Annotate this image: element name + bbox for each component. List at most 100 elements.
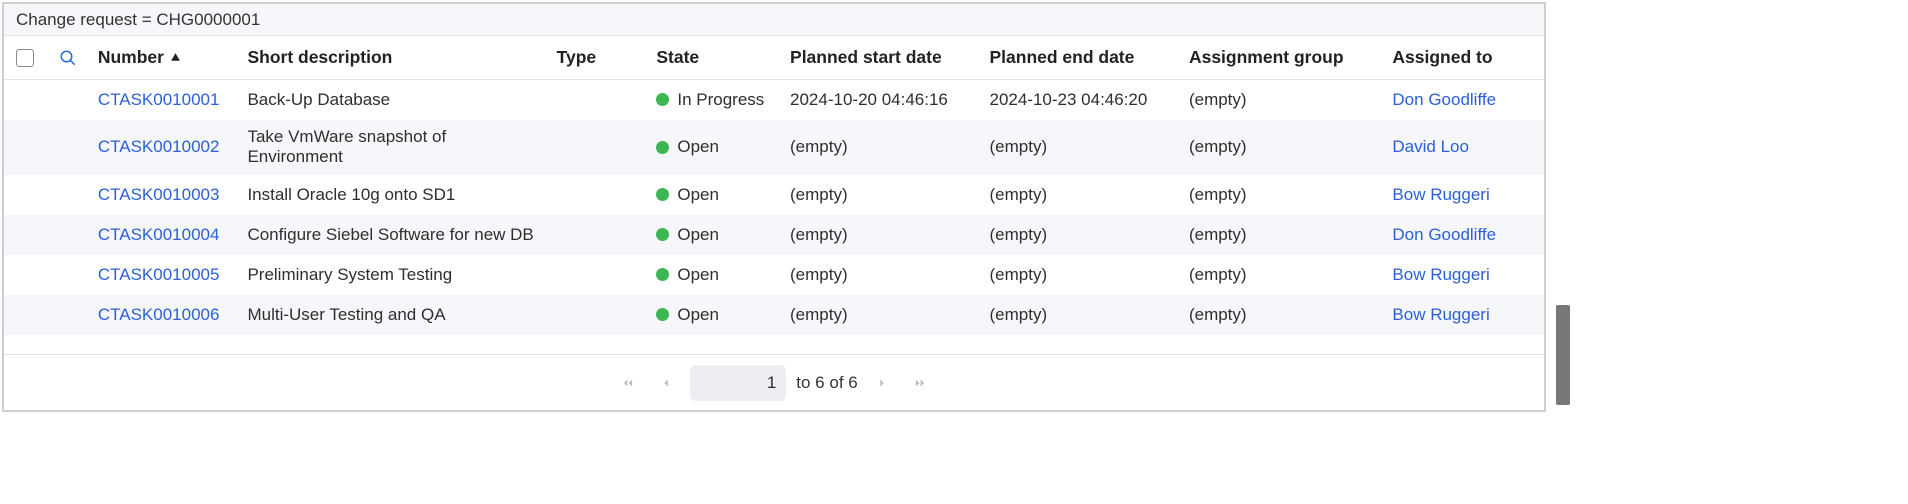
record-number-link[interactable]: CTASK0010004 <box>98 225 220 245</box>
cell-text: (empty) <box>790 137 848 157</box>
cell-text: (empty) <box>1189 137 1247 157</box>
column-header-short-description[interactable]: Short description <box>239 47 548 68</box>
column-header-label: Number <box>98 47 164 68</box>
assigned-to-link[interactable]: David Loo <box>1392 137 1469 157</box>
cell-planned-end: (empty) <box>981 265 1180 285</box>
cell-assigned-to: Bow Ruggeri <box>1384 265 1544 285</box>
column-header-state[interactable]: State <box>648 47 782 68</box>
cell-assignment-group: (empty) <box>1181 130 1384 164</box>
row-select-cell[interactable] <box>4 140 46 154</box>
assigned-to-link[interactable]: Don Goodliffe <box>1392 90 1496 110</box>
cell-text: (empty) <box>1189 265 1247 285</box>
chevron-double-left-icon <box>621 376 635 390</box>
cell-number: CTASK0010002 <box>90 130 240 164</box>
select-all-cell[interactable] <box>4 49 46 67</box>
cell-planned-start: (empty) <box>782 225 981 245</box>
state-text: Open <box>677 137 719 157</box>
cell-text: Install Oracle 10g onto SD1 <box>247 185 455 205</box>
cell-short-description: Multi-User Testing and QA <box>239 305 548 325</box>
chevron-right-icon <box>875 376 889 390</box>
column-header-planned-end[interactable]: Planned end date <box>981 47 1180 68</box>
column-header-number[interactable]: Number <box>90 47 240 68</box>
cell-text: (empty) <box>790 225 848 245</box>
cell-short-description: Install Oracle 10g onto SD1 <box>239 185 548 205</box>
next-page-button[interactable] <box>868 369 896 397</box>
cell-short-description: Preliminary System Testing <box>239 265 548 285</box>
row-select-cell[interactable] <box>4 93 46 107</box>
assigned-to-link[interactable]: Don Goodliffe <box>1392 225 1496 245</box>
cell-state: Open <box>648 185 782 205</box>
table-row: CTASK0010003 Install Oracle 10g onto SD1 O… <box>4 175 1544 215</box>
select-all-checkbox[interactable] <box>16 49 34 67</box>
cell-text: Multi-User Testing and QA <box>247 305 445 325</box>
state-dot-icon <box>656 308 669 321</box>
cell-number: CTASK0010006 <box>90 305 240 325</box>
record-number-link[interactable]: CTASK0010002 <box>98 137 220 157</box>
column-header-assignment-group[interactable]: Assignment group <box>1181 47 1384 68</box>
search-icon <box>59 49 77 67</box>
record-number-link[interactable]: CTASK0010006 <box>98 305 220 325</box>
column-header-planned-start[interactable]: Planned start date <box>782 47 981 68</box>
cell-type <box>549 140 649 154</box>
prev-page-button[interactable] <box>652 369 680 397</box>
last-page-button[interactable] <box>906 369 934 397</box>
search-column-toggle[interactable] <box>46 49 90 67</box>
column-header-label: Planned start date <box>790 47 942 68</box>
cell-planned-end: (empty) <box>981 305 1180 325</box>
table-header-row: Number Short description Type State Plan… <box>4 36 1544 80</box>
vertical-scrollbar[interactable] <box>1556 305 1570 405</box>
cell-text: (empty) <box>989 305 1047 325</box>
cell-text: Back-Up Database <box>247 90 390 110</box>
cell-planned-start: (empty) <box>782 185 981 205</box>
cell-short-description: Take VmWare snapshot of Environment <box>239 120 548 175</box>
column-header-label: Assignment group <box>1189 47 1344 68</box>
sort-asc-icon <box>170 52 181 63</box>
table-row: CTASK0010001Back-Up DatabaseIn Progress2… <box>4 80 1544 120</box>
cell-assigned-to: Don Goodliffe <box>1384 83 1544 117</box>
record-number-link[interactable]: CTASK0010005 <box>98 265 220 285</box>
assigned-to-link[interactable]: Bow Ruggeri <box>1392 265 1489 285</box>
cell-assignment-group: (empty) <box>1181 225 1384 245</box>
column-header-assigned-to[interactable]: Assigned to <box>1384 47 1544 68</box>
state-dot-icon <box>656 228 669 241</box>
cell-assignment-group: (empty) <box>1181 265 1384 285</box>
state-text: Open <box>677 225 719 245</box>
column-header-label: Planned end date <box>989 47 1134 68</box>
assigned-to-link[interactable]: Bow Ruggeri <box>1392 185 1489 205</box>
table-row: CTASK0010005Preliminary System TestingOp… <box>4 255 1544 295</box>
cell-text: (empty) <box>989 185 1047 205</box>
cell-short-description: Back-Up Database <box>239 83 548 117</box>
column-header-label: State <box>656 47 699 68</box>
list-frame: Change request = CHG0000001 Number Short… <box>2 2 1546 412</box>
cell-planned-end: (empty) <box>981 185 1180 205</box>
cell-text: Take VmWare snapshot of Environment <box>247 127 540 168</box>
table-body: CTASK0010001Back-Up DatabaseIn Progress2… <box>4 80 1544 335</box>
first-page-button[interactable] <box>614 369 642 397</box>
row-actions-cell[interactable] <box>46 93 90 107</box>
row-actions-cell[interactable] <box>46 140 90 154</box>
breadcrumb-filter[interactable]: Change request = CHG0000001 <box>4 4 1544 36</box>
cell-text: (empty) <box>1189 305 1247 325</box>
pagination-footer: 1 to 6 of 6 <box>4 354 1544 410</box>
table-row: CTASK0010002 Take VmWare snapshot of Envi… <box>4 120 1544 175</box>
cell-state: Open <box>648 225 782 245</box>
table-row: CTASK0010006Multi-User Testing and QAOpe… <box>4 295 1544 335</box>
cell-assignment-group: (empty) <box>1181 185 1384 205</box>
cell-text: (empty) <box>989 265 1047 285</box>
cell-assigned-to: Bow Ruggeri <box>1384 185 1544 205</box>
cell-number: CTASK0010005 <box>90 265 240 285</box>
cell-text: (empty) <box>790 185 848 205</box>
cell-planned-start: 2024-10-20 04:46:16 <box>782 83 981 117</box>
cell-text: Preliminary System Testing <box>247 265 452 285</box>
column-header-type[interactable]: Type <box>549 47 649 68</box>
chevron-double-right-icon <box>913 376 927 390</box>
cell-text: (empty) <box>1189 90 1247 110</box>
assigned-to-link[interactable]: Bow Ruggeri <box>1392 305 1489 325</box>
page-number-input[interactable]: 1 <box>690 365 786 401</box>
record-number-link[interactable]: CTASK0010003 <box>98 185 220 205</box>
state-dot-icon <box>656 141 669 154</box>
cell-planned-end: (empty) <box>981 130 1180 164</box>
breadcrumb-filter-text: Change request = CHG0000001 <box>16 10 260 30</box>
record-number-link[interactable]: CTASK0010001 <box>98 90 220 110</box>
cell-planned-end: (empty) <box>981 225 1180 245</box>
